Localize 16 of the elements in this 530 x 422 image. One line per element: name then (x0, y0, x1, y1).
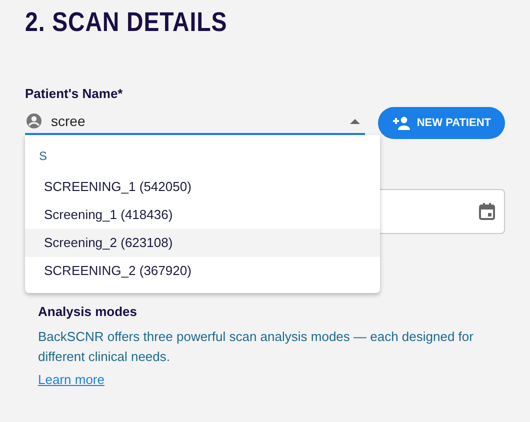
field-value: scree (51, 113, 86, 129)
new-patient-button[interactable]: NEW PATIENT (378, 107, 505, 139)
field-label: Patient's Name* (25, 86, 124, 101)
person-icon (25, 112, 43, 130)
dropdown-option[interactable]: SCREENING_1 (542050) (25, 173, 380, 201)
analysis-title: Analysis modes (38, 304, 138, 319)
section-heading: 2. SCAN DETAILS (25, 6, 228, 39)
dropdown-option[interactable]: Screening_2 (623108) (25, 229, 380, 257)
group-header: S (38, 148, 48, 165)
learn-more-link[interactable]: Learn more (38, 372, 104, 387)
caret-icon[interactable] (350, 118, 360, 124)
dropdown-option[interactable]: Screening_1 (418436) (25, 201, 380, 229)
add-person-icon (392, 116, 410, 130)
dropdown-option[interactable]: SCREENING_2 (367920) (25, 257, 380, 285)
calendar-icon (479, 203, 495, 220)
analysis-description: BackSCNR offers three powerful scan analysis modes — each designed for different clinical needs. (38, 328, 474, 366)
